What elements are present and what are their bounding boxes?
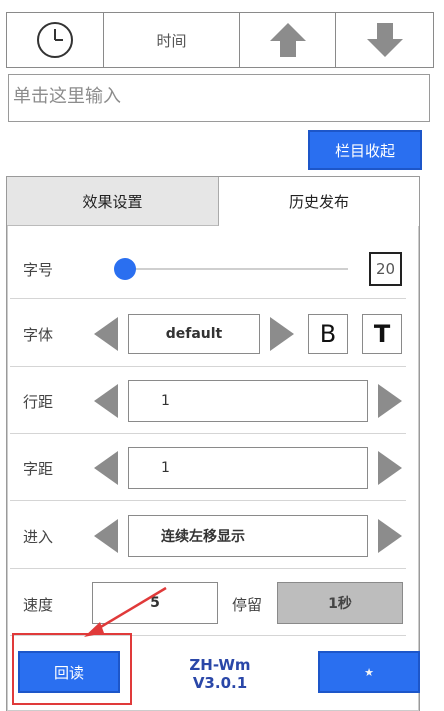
version-info: ZH-Wm V3.0.1 <box>165 656 275 692</box>
watermark-logo-icon: ★ <box>364 665 374 679</box>
stay-label: 停留 <box>232 596 263 614</box>
line-spacing-prev-arrow-icon[interactable] <box>92 382 120 420</box>
divider <box>10 500 406 501</box>
font-size-label: 字号 <box>23 261 54 279</box>
char-spacing-label: 字距 <box>23 460 54 478</box>
stay-field[interactable]: 1秒 <box>277 582 403 624</box>
annotation-arrow-icon <box>84 586 167 637</box>
divider <box>10 568 406 569</box>
speed-label: 速度 <box>23 596 54 614</box>
arrow-down-icon <box>366 23 403 57</box>
line-spacing-field[interactable]: 1 <box>128 380 368 422</box>
time-button[interactable]: 时间 <box>104 13 240 67</box>
version-number: V3.0.1 <box>192 674 248 692</box>
font-field[interactable]: default <box>128 314 260 354</box>
arrow-up-icon <box>269 23 306 57</box>
font-size-value: 20 <box>369 252 402 286</box>
char-spacing-field[interactable]: 1 <box>128 447 368 489</box>
char-spacing-next-arrow-icon[interactable] <box>376 449 404 487</box>
text-style-button[interactable]: T <box>362 314 402 354</box>
char-spacing-prev-arrow-icon[interactable] <box>92 449 120 487</box>
tab-effect-settings[interactable]: 效果设置 <box>7 177 219 226</box>
enter-field[interactable]: 连续左移显示 <box>128 515 368 557</box>
clock-button[interactable] <box>7 13 104 67</box>
line-spacing-next-arrow-icon[interactable] <box>376 382 404 420</box>
font-prev-arrow-icon[interactable] <box>92 315 120 353</box>
message-input[interactable]: 单击这里输入 <box>8 74 430 122</box>
version-name: ZH-Wm <box>189 656 251 674</box>
clock-icon <box>37 22 73 58</box>
bold-button[interactable]: B <box>308 314 348 354</box>
line-spacing-label: 行距 <box>23 393 54 411</box>
top-toolbar: 时间 <box>6 12 434 68</box>
divider <box>10 298 406 299</box>
move-down-button[interactable] <box>336 13 433 67</box>
tab-history-publish[interactable]: 历史发布 <box>219 177 419 226</box>
send-button[interactable]: ★ <box>318 651 420 693</box>
highlight-frame <box>12 633 132 705</box>
font-label: 字体 <box>23 326 54 344</box>
enter-label: 进入 <box>23 528 54 546</box>
font-next-arrow-icon[interactable] <box>268 315 296 353</box>
enter-next-arrow-icon[interactable] <box>376 517 404 555</box>
font-size-slider[interactable] <box>124 268 348 270</box>
divider <box>10 366 406 367</box>
divider <box>10 433 406 434</box>
time-label: 时间 <box>156 31 187 50</box>
font-size-slider-knob[interactable] <box>114 258 136 280</box>
collapse-button[interactable]: 栏目收起 <box>308 130 422 170</box>
move-up-button[interactable] <box>240 13 336 67</box>
enter-prev-arrow-icon[interactable] <box>92 517 120 555</box>
